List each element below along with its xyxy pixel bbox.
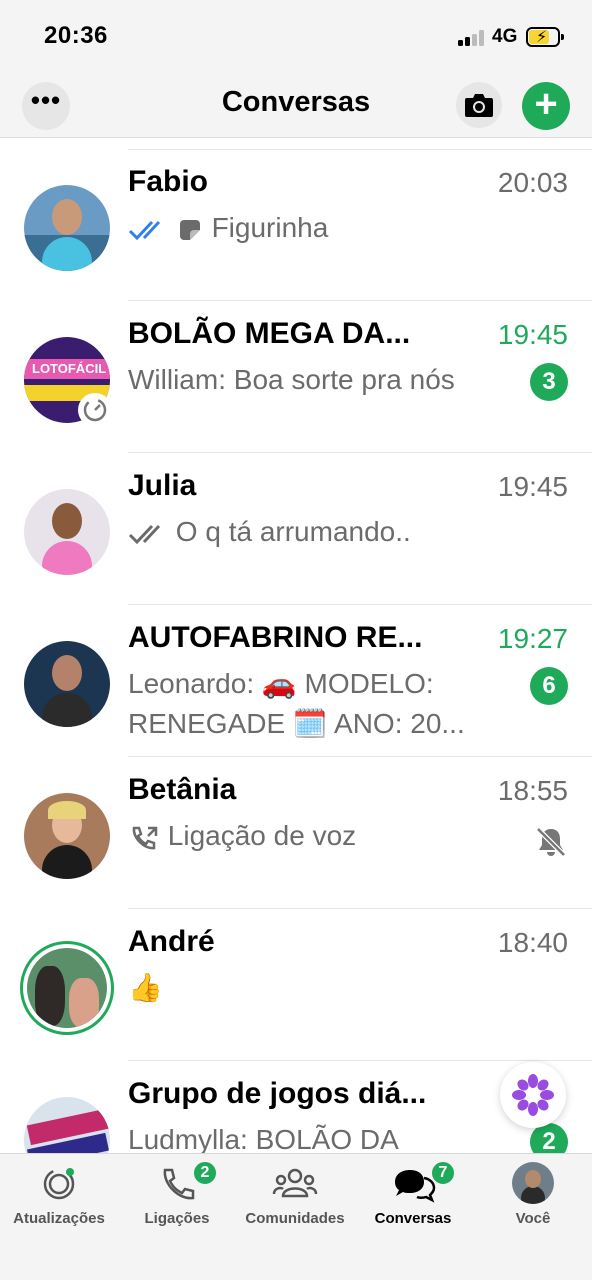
avatar bbox=[27, 948, 107, 1028]
chat-name: AUTOFABRINO RE... bbox=[128, 621, 423, 654]
camera-button[interactable] bbox=[456, 82, 502, 128]
status-ring-icon bbox=[78, 393, 112, 427]
chat-preview: 👍 bbox=[128, 972, 163, 1003]
avatar bbox=[24, 793, 110, 879]
chat-row[interactable]: André 18:40 👍 bbox=[0, 909, 592, 1061]
chat-name: André bbox=[128, 925, 215, 958]
chat-preview: William: Boa sorte pra nós bbox=[128, 364, 455, 395]
calls-badge: 2 bbox=[192, 1160, 218, 1186]
chat-preview-line2: RENEGADE 🗓️ ANO: 20... bbox=[128, 708, 465, 739]
chat-row[interactable]: Julia 19:45 O q tá arrumando.. bbox=[0, 453, 592, 605]
tab-updates[interactable]: Atualizações bbox=[0, 1154, 118, 1244]
chat-name: Betânia bbox=[128, 773, 237, 806]
chat-name: Fabio bbox=[128, 165, 208, 198]
chat-preview: O q tá arrumando.. bbox=[128, 511, 411, 553]
tab-label: Você bbox=[515, 1210, 551, 1227]
chat-name: Grupo de jogos diá... bbox=[128, 1077, 427, 1110]
chat-name: Julia bbox=[128, 469, 197, 502]
phone-call-icon bbox=[132, 826, 158, 849]
chat-preview: Leonardo: 🚗 MODELO: bbox=[128, 668, 434, 699]
sticker-icon bbox=[179, 219, 200, 240]
tab-chats[interactable]: 7 Conversas bbox=[354, 1154, 472, 1244]
chat-time: 18:55 bbox=[497, 775, 568, 806]
unread-badge: 3 bbox=[530, 363, 568, 401]
avatar bbox=[24, 185, 110, 271]
tab-label: Conversas bbox=[374, 1210, 452, 1227]
tab-bar: Atualizações 2 Ligações Comunidades 7 Co… bbox=[0, 1153, 592, 1280]
signal-icon bbox=[458, 30, 486, 46]
chat-row[interactable]: Betânia 18:55 Ligação de voz bbox=[0, 757, 592, 909]
avatar bbox=[24, 641, 110, 727]
tab-you[interactable]: Você bbox=[474, 1154, 592, 1244]
meta-ai-icon bbox=[512, 1074, 554, 1116]
chat-row[interactable]: Fabio 20:03 Figurinha bbox=[0, 149, 592, 301]
chat-preview: Ludmylla: BOLÃO DA bbox=[128, 1124, 399, 1153]
avatar bbox=[24, 489, 110, 575]
chat-name: BOLÃO MEGA DA... bbox=[128, 317, 411, 350]
tab-calls[interactable]: 2 Ligações bbox=[118, 1154, 236, 1244]
double-check-icon bbox=[128, 220, 161, 240]
chats-badge: 7 bbox=[430, 1160, 456, 1186]
chat-time: 18:40 bbox=[497, 927, 568, 958]
muted-icon bbox=[536, 827, 566, 857]
preview-text: O q tá arrumando.. bbox=[175, 516, 411, 547]
preview-text: Ligação de voz bbox=[167, 820, 357, 851]
battery-icon: ⚡ bbox=[526, 27, 564, 47]
tab-communities[interactable]: Comunidades bbox=[236, 1154, 354, 1244]
chat-time: 19:27 bbox=[497, 623, 568, 654]
chat-preview: Ligação de voz bbox=[128, 815, 356, 857]
network-type: 4G bbox=[492, 26, 518, 47]
communities-icon bbox=[272, 1168, 318, 1198]
camera-icon bbox=[465, 94, 493, 117]
page-title: Conversas bbox=[221, 86, 371, 118]
header: ••• Conversas + bbox=[0, 70, 592, 138]
preview-text: Figurinha bbox=[211, 212, 329, 243]
chat-preview: Figurinha bbox=[128, 207, 328, 249]
chat-row[interactable]: LOTOFÁCIL BOLÃO MEGA DA... 19:45 William… bbox=[0, 301, 592, 453]
avatar-icon bbox=[512, 1162, 554, 1204]
chat-row[interactable]: AUTOFABRINO RE... 19:27 Leonardo: 🚗 MODE… bbox=[0, 605, 592, 757]
updates-icon bbox=[43, 1168, 75, 1200]
double-check-icon bbox=[128, 524, 161, 544]
avatar bbox=[24, 1097, 110, 1153]
unread-badge: 6 bbox=[530, 667, 568, 705]
status-time: 20:36 bbox=[44, 22, 108, 49]
chat-list: Fabio 20:03 Figurinha LOTOFÁCIL BOLÃO ME… bbox=[0, 139, 592, 1153]
meta-ai-button[interactable] bbox=[500, 1062, 566, 1128]
chat-time: 19:45 bbox=[497, 471, 568, 502]
new-chat-button[interactable]: + bbox=[522, 82, 570, 130]
chat-time: 20:03 bbox=[497, 167, 568, 198]
status-bar: 20:36 4G ⚡ bbox=[0, 0, 592, 70]
chat-time: 19:45 bbox=[497, 319, 568, 350]
